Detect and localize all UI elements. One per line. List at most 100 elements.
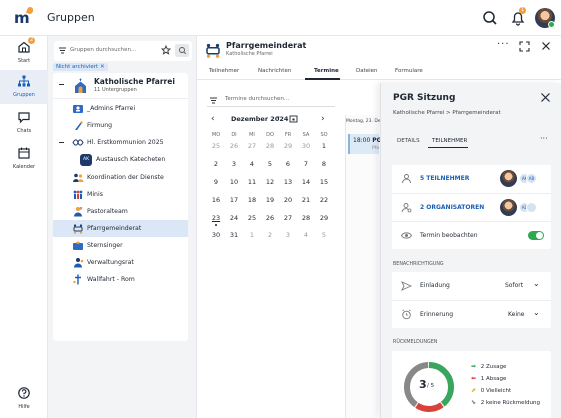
group-item-pastoralteam[interactable]: Pastoralteam <box>53 203 188 220</box>
nav-start[interactable]: Start 2 <box>0 36 48 70</box>
tab-teilnehmer[interactable]: TEILNEHMER <box>432 138 467 144</box>
calendar-day[interactable]: 29 <box>315 214 333 222</box>
reminder-row[interactable]: Erinnerung Keine ⌄ <box>392 300 551 328</box>
calendar-day[interactable]: 25 <box>243 214 261 222</box>
calendar-day[interactable]: 6 <box>279 160 297 168</box>
events-search-input[interactable]: Termine durchsuchen... <box>207 93 335 107</box>
prev-month-icon[interactable]: ‹ <box>211 114 215 124</box>
calendar-day[interactable]: 16 <box>207 196 225 204</box>
admins-icon <box>73 105 83 113</box>
app-logo[interactable]: m <box>14 6 36 29</box>
tab-teilnehmer[interactable]: Teilnehmer <box>209 68 239 74</box>
month-dropdown-icon[interactable]: ▾ <box>277 115 280 121</box>
group-subtitle: Katholische Pfarrei <box>226 51 273 57</box>
calendar-day[interactable]: 14 <box>297 178 315 186</box>
root-group-name: Katholische Pfarrei <box>94 77 175 86</box>
nav-chats[interactable]: Chats <box>0 106 48 140</box>
tab-dateien[interactable]: Dateien <box>356 68 378 74</box>
close-icon[interactable] <box>540 92 551 103</box>
invitation-row[interactable]: Einladung Sofort ⌄ <box>392 272 551 300</box>
calendar-day[interactable]: 4 <box>297 231 315 239</box>
more-options-icon[interactable]: ··· <box>540 134 548 143</box>
calendar-day[interactable]: 11 <box>243 178 261 186</box>
organizers-row[interactable]: 2 ORGANISATOREN AB <box>392 193 551 221</box>
group-item-wallfahrt[interactable]: Wallfahrt - Rom <box>53 271 188 288</box>
calendar-day[interactable]: 28 <box>297 214 315 222</box>
notification-bell-icon[interactable]: 1 <box>508 7 528 28</box>
filter-chip-not-archived[interactable]: Nicht archiviert ✕ <box>53 63 108 71</box>
calendar-day[interactable]: 26 <box>225 142 243 150</box>
tab-nachrichten[interactable]: Nachrichten <box>258 68 291 74</box>
chevron-down-icon[interactable]: ⌄ <box>533 279 540 288</box>
group-item-minis[interactable]: Minis <box>53 186 188 203</box>
tab-formulare[interactable]: Formulare <box>395 68 423 74</box>
calendar-day[interactable]: 9 <box>207 178 225 186</box>
agenda-event[interactable]: 18:00 PG Pfa <box>348 134 382 154</box>
more-options-icon[interactable]: ··· <box>497 39 510 50</box>
calendar-day[interactable]: 18 <box>243 196 261 204</box>
notification-card: Einladung Sofort ⌄ Erinnerung Keine ⌄ <box>392 272 551 328</box>
pastoralteam-icon <box>74 207 83 217</box>
nav-hilfe[interactable]: Hilfe <box>0 382 48 416</box>
group-item-admins[interactable]: _Admins Pfarrei <box>53 100 188 117</box>
calendar-day[interactable]: 10 <box>225 178 243 186</box>
chevron-down-icon[interactable]: ⌄ <box>533 308 540 317</box>
calendar-day[interactable]: 12 <box>261 178 279 186</box>
tab-details[interactable]: DETAILS <box>397 138 420 144</box>
tab-termine[interactable]: Termine <box>314 68 339 74</box>
calendar-day[interactable]: 30 <box>207 231 225 239</box>
watch-toggle[interactable] <box>528 231 544 240</box>
group-item-sternsinger[interactable]: Sternsinger <box>53 237 188 254</box>
calendar-day[interactable]: 26 <box>261 214 279 222</box>
group-search-input[interactable]: Gruppen durchsuchen... <box>54 41 192 61</box>
calendar-day[interactable]: 25 <box>207 142 225 150</box>
calendar-day[interactable]: 5 <box>261 160 279 168</box>
search-icon[interactable] <box>480 8 500 28</box>
root-group[interactable]: Katholische Pfarrei 11 Untergruppen <box>53 73 188 99</box>
calendar-day[interactable]: 3 <box>225 160 243 168</box>
calendar-day[interactable]: 13 <box>279 178 297 186</box>
calendar-day[interactable]: 22 <box>315 196 333 204</box>
calendar-day[interactable]: 17 <box>225 196 243 204</box>
calendar-day[interactable]: 4 <box>243 160 261 168</box>
calendar-day[interactable]: 3 <box>279 231 297 239</box>
calendar-day[interactable]: 21 <box>297 196 315 204</box>
calendar-day[interactable]: 7 <box>297 160 315 168</box>
calendar-day[interactable]: 15 <box>315 178 333 186</box>
next-month-icon[interactable]: › <box>321 114 325 124</box>
calendar-day[interactable]: 19 <box>261 196 279 204</box>
group-item-austausch-katecheten[interactable]: AK Austausch Katecheten <box>53 151 188 169</box>
calendar-day[interactable]: 1 <box>315 142 333 150</box>
calendar-day[interactable]: 8 <box>315 160 333 168</box>
group-item-erstkommunion[interactable]: Hl. Erstkommunion 2025 <box>53 134 188 151</box>
group-item-label: Austausch Katecheten <box>96 156 166 163</box>
calendar-day[interactable]: 28 <box>261 142 279 150</box>
calendar-day[interactable]: 2 <box>207 160 225 168</box>
collapse-icon[interactable] <box>59 84 64 85</box>
calendar-day[interactable]: 5 <box>315 231 333 239</box>
nav-gruppen[interactable]: Gruppen <box>0 70 48 104</box>
calendar-day[interactable]: 29 <box>279 142 297 150</box>
calendar-day[interactable]: 2 <box>261 231 279 239</box>
nav-kalender[interactable]: Kalender <box>0 142 48 176</box>
group-item-koordination[interactable]: Koordination der Dienste <box>53 169 188 186</box>
participants-row[interactable]: 5 TEILNEHMER AK AB <box>392 165 551 193</box>
group-item-verwaltungsrat[interactable]: Verwaltungsrat <box>53 254 188 271</box>
expand-icon[interactable] <box>519 41 530 52</box>
calendar-day[interactable]: 20 <box>279 196 297 204</box>
erstkommunion-icon <box>72 139 84 146</box>
group-item-pfarrgemeinderat[interactable]: Pfarrgemeinderat <box>53 220 188 237</box>
search-button[interactable] <box>175 44 189 57</box>
group-item-firmung[interactable]: Firmung <box>53 117 188 134</box>
today-calendar-icon[interactable] <box>289 114 298 123</box>
calendar-day-selected[interactable]: 23 <box>207 214 225 222</box>
calendar-day[interactable]: 27 <box>279 214 297 222</box>
close-icon[interactable] <box>541 41 551 51</box>
calendar-day[interactable]: 30 <box>297 142 315 150</box>
calendar-day[interactable]: 24 <box>225 214 243 222</box>
calendar-day[interactable]: 31 <box>225 231 243 239</box>
calendar-day[interactable]: 1 <box>243 231 261 239</box>
star-icon[interactable] <box>161 45 171 55</box>
collapse-icon[interactable] <box>59 142 64 143</box>
calendar-day[interactable]: 27 <box>243 142 261 150</box>
